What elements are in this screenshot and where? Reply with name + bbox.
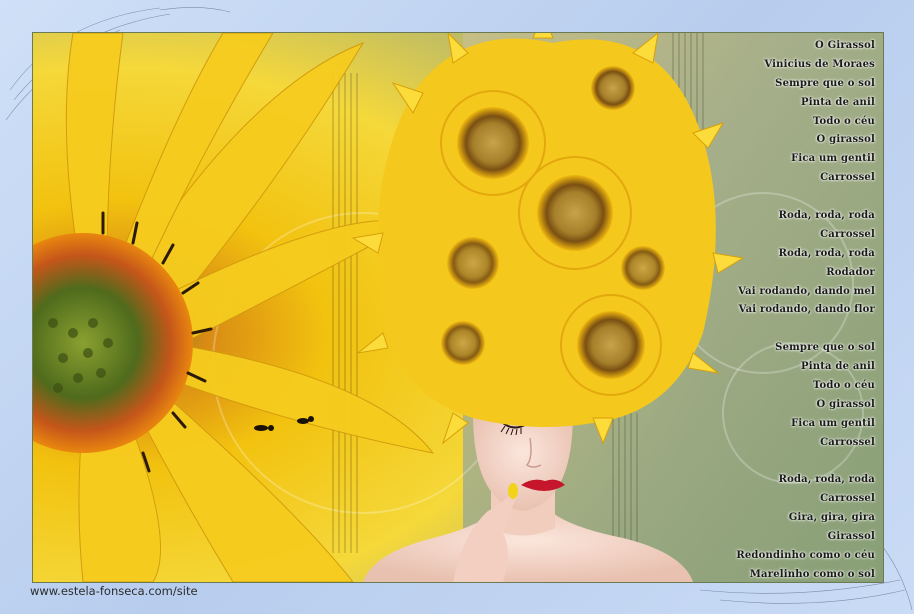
poem-line: Pinta de anil [801, 96, 875, 108]
poem-line: O girassol [816, 134, 875, 146]
poem-line: Sempre que o sol [775, 342, 875, 354]
watermark: www.estela-fonseca.com/site [30, 584, 198, 598]
poem-line: Roda, roda, roda [778, 247, 875, 259]
poem-line: Carrossel [820, 172, 875, 184]
poem-line: Todo o céu [813, 115, 875, 127]
poem-line: Girassol [827, 531, 875, 543]
poem-line: Fica um gentil [791, 417, 875, 429]
poem-line: Roda, roda, roda [778, 474, 875, 486]
poem-line: Marelinho como o sol [749, 568, 875, 580]
poem-line: Fica um gentil [791, 153, 875, 165]
poem-line: Pinta de anil [801, 361, 875, 373]
poem-line: Gira, gira, gira [788, 512, 875, 524]
poem-line [695, 453, 875, 472]
poem-line: Vai rodando, dando flor [738, 304, 875, 316]
artwork: O Girassol Vinicius de Moraes Sempre que o… [32, 32, 884, 583]
poem-line: Carrossel [820, 436, 875, 448]
poem-line [695, 320, 875, 339]
poem-line: O girassol [816, 398, 875, 410]
poem-line: Carrossel [820, 228, 875, 240]
poem-line: Todo o céu [813, 380, 875, 392]
poem-line [695, 188, 875, 207]
poem-line: Carrossel [820, 493, 875, 505]
poem-text: O Girassol Vinicius de Moraes Sempre que o… [695, 37, 875, 582]
poem-line: Sempre que o sol [775, 77, 875, 89]
poem-line: Rodador [826, 266, 875, 278]
poem-line: Vinicius de Moraes [764, 58, 875, 70]
poem-line: Redondinho como o céu [736, 550, 875, 562]
poem-line: O Girassol [814, 40, 875, 51]
poem-line: Vai rodando, dando mel [738, 285, 875, 297]
poem-line: Roda, roda, roda [778, 210, 875, 222]
